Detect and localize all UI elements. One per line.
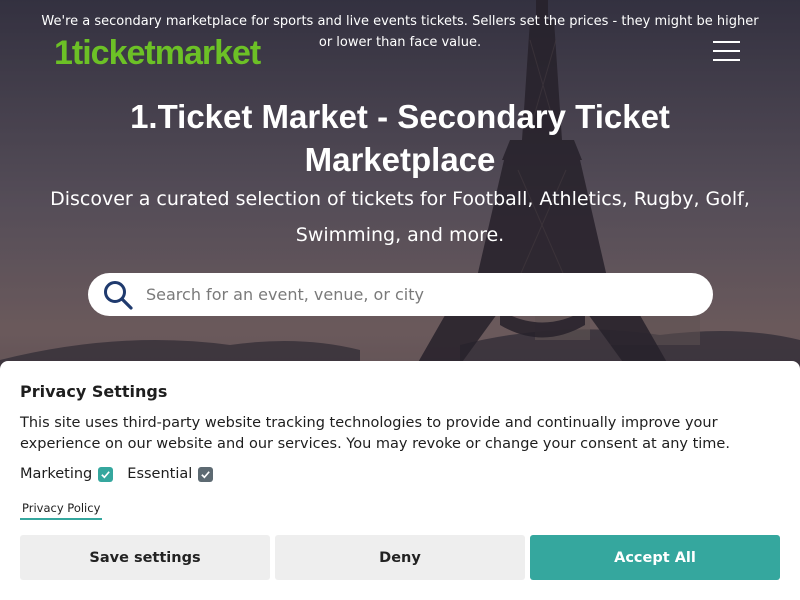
search-bar[interactable] [88,273,713,316]
hamburger-menu-icon[interactable] [706,36,748,68]
hero-title: 1.Ticket Market - Secondary Ticket Marke… [130,98,670,178]
marketplace-notice: We're a secondary marketplace for sports… [41,14,759,50]
hero-subtitle: Discover a curated selection of tickets … [50,188,750,246]
marketing-checkbox[interactable] [98,466,114,482]
consent-option-marketing[interactable]: Marketing [20,466,114,482]
privacy-settings-panel: Privacy Settings This site uses third-pa… [0,361,800,600]
marketing-label: Marketing [20,466,93,482]
search-input[interactable] [146,279,686,310]
privacy-policy-link[interactable]: Privacy Policy [20,501,103,520]
menu-line [713,59,740,61]
search-icon[interactable] [102,279,134,311]
menu-line [713,50,740,52]
check-icon [101,470,111,478]
privacy-title: Privacy Settings [20,382,168,401]
check-icon [201,470,211,478]
consent-option-essential[interactable]: Essential [127,466,214,482]
consent-options: Marketing Essential [20,466,227,482]
accept-all-button[interactable]: Accept All [530,535,780,580]
menu-line [713,41,740,43]
deny-button[interactable]: Deny [275,535,525,580]
essential-label: Essential [127,466,193,482]
privacy-description: This site uses third-party website track… [20,415,730,452]
essential-checkbox[interactable] [198,466,214,482]
save-settings-button[interactable]: Save settings [20,535,270,580]
